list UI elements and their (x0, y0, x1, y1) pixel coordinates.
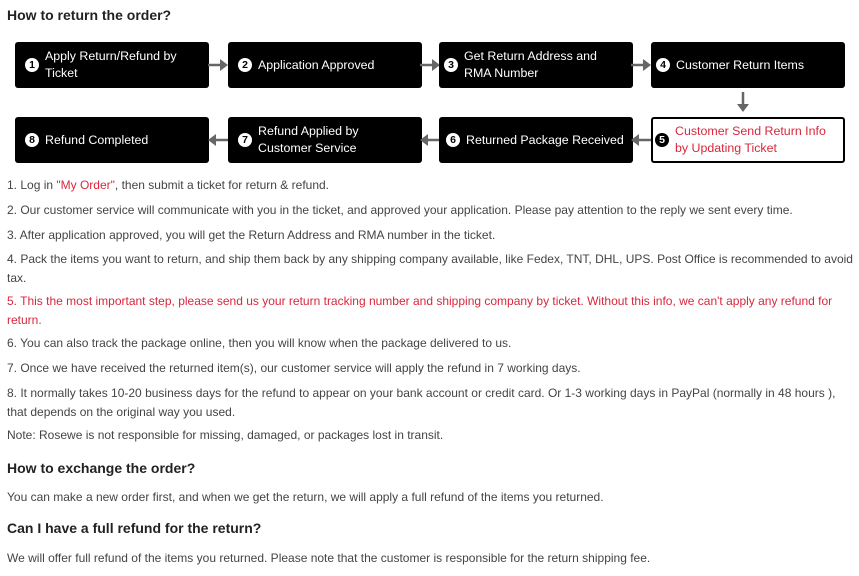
arrow-down-icon (736, 91, 750, 113)
instruction-5-important: 5. This the most important step, please … (7, 294, 833, 327)
step-label: Apply Return/Refund by Ticket (45, 49, 177, 80)
step-number-badge: 2 (238, 58, 252, 72)
arrow-left-icon (630, 133, 652, 147)
step-label: Application Approved (258, 57, 375, 72)
instruction-text: 1. Log in (7, 178, 57, 192)
step-1-box: 1 Apply Return/Refund by Ticket (15, 42, 209, 88)
step-number-badge: 6 (446, 133, 460, 147)
instruction-1: 1. Log in "My Order", then submit a tick… (7, 176, 857, 195)
arrow-right-icon (419, 58, 441, 72)
step-4-box: 4 Customer Return Items (651, 42, 845, 88)
return-section-title: How to return the order? (7, 7, 172, 23)
note: Note: Rosewe is not responsible for miss… (7, 428, 444, 442)
step-label: Refund Completed (45, 132, 149, 147)
my-order-link[interactable]: "My Order" (56, 178, 115, 192)
refund-section-title: Can I have a full refund for the return? (7, 520, 262, 536)
step-number-badge: 1 (25, 58, 39, 72)
instruction-6: 6. You can also track the package online… (7, 336, 512, 350)
step-label: Refund Applied by Customer Service (258, 124, 359, 155)
step-number-badge: 8 (25, 133, 39, 147)
step-label: Customer Send Return Info by Updating Ti… (675, 124, 826, 155)
instruction-2: 2. Our customer service will communicate… (7, 203, 793, 217)
step-2-box: 2 Application Approved (228, 42, 422, 88)
step-6-box: 6 Returned Package Received (439, 117, 633, 163)
instruction-text: , then submit a ticket for return & refu… (114, 178, 330, 192)
exchange-section-title: How to exchange the order? (7, 460, 196, 476)
step-number-badge: 5 (655, 133, 669, 147)
exchange-body: You can make a new order first, and when… (7, 490, 604, 504)
step-8-box: 8 Refund Completed (15, 117, 209, 163)
step-number-badge: 3 (444, 58, 458, 72)
instruction-8: 8. It normally takes 10-20 business days… (7, 386, 836, 419)
instruction-3: 3. After application approved, you will … (7, 228, 496, 242)
arrow-right-icon (207, 58, 229, 72)
instruction-4: 4. Pack the items you want to return, an… (7, 252, 853, 285)
arrow-right-icon (630, 58, 652, 72)
arrow-left-icon (207, 133, 229, 147)
instruction-7: 7. Once we have received the returned it… (7, 361, 581, 375)
step-label: Customer Return Items (676, 57, 805, 72)
step-label: Get Return Address and RMA Number (464, 49, 597, 80)
step-7-box: 7 Refund Applied by Customer Service (228, 117, 422, 163)
arrow-left-icon (419, 133, 441, 147)
step-number-badge: 7 (238, 133, 252, 147)
step-number-badge: 4 (656, 58, 670, 72)
step-5-box-highlighted: 5 Customer Send Return Info by Updating … (651, 117, 845, 163)
step-label: Returned Package Received (466, 132, 624, 147)
step-3-box: 3 Get Return Address and RMA Number (439, 42, 633, 88)
refund-body: We will offer full refund of the items y… (7, 551, 651, 565)
